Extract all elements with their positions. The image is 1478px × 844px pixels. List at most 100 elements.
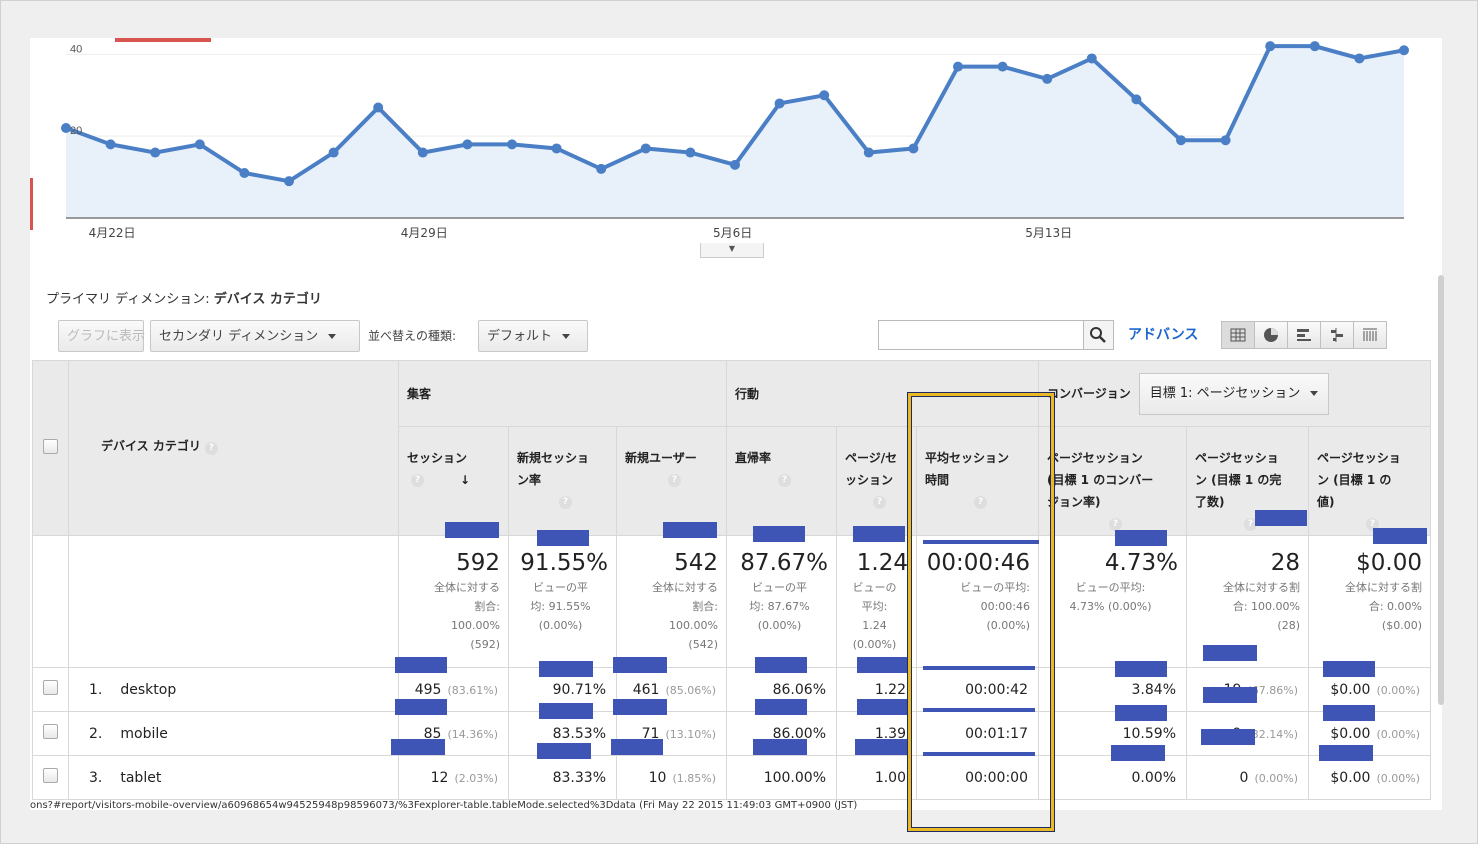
column-header-text: 新規ユーザー [625,451,697,465]
redaction-box [753,739,807,755]
help-icon[interactable]: ? [204,442,218,455]
vertical-scrollbar[interactable] [1438,275,1444,705]
column-header-7[interactable]: ページセッション (目標 1 のコンバー ジョン率)? [1038,426,1187,536]
help-icon[interactable]: ? [778,474,791,487]
column-header-text: ページセッショ [1317,451,1401,465]
data-point[interactable] [596,163,607,174]
help-icon[interactable]: ? [873,496,886,509]
data-point[interactable] [1042,73,1053,84]
data-point[interactable] [462,139,473,150]
redaction-box [1373,528,1427,544]
data-point[interactable] [507,139,517,150]
column-header-3[interactable]: 新規ユーザー? [616,426,727,536]
primary-dimension-value[interactable]: デバイス カテゴリ [214,292,322,307]
device-link[interactable]: tablet [120,770,161,786]
data-point[interactable] [863,147,874,158]
comparison-view-button[interactable] [1320,321,1354,349]
data-point[interactable] [640,143,651,154]
secondary-dimension-dropdown[interactable]: セカンダリ ディメンション [150,320,360,352]
column-header-9[interactable]: ページセッション (目標 1 の値)? [1308,426,1431,536]
metric-cell: 100.00% [726,755,837,800]
device-link[interactable]: mobile [120,726,167,742]
table-view-button[interactable] [1221,321,1255,349]
help-icon[interactable]: ? [559,496,572,509]
metric-value: 495 [414,681,442,698]
data-point[interactable] [105,139,116,150]
data-point[interactable] [284,176,294,187]
row-select-cell [32,711,69,756]
highlight-box [908,393,1054,831]
total-subtext: 合: 100.00% [1232,600,1300,613]
pie-view-button[interactable] [1254,321,1288,349]
chevron-down-icon [1310,390,1319,396]
data-point[interactable] [239,168,250,178]
data-point[interactable] [1265,41,1276,52]
pivot-view-button[interactable] [1353,321,1387,349]
data-point[interactable] [417,147,428,158]
data-point[interactable] [1131,94,1142,105]
data-point[interactable] [1220,135,1231,146]
advanced-filter-link[interactable]: アドバンス [1128,320,1198,350]
metric-percent: (0.00%) [1376,683,1420,697]
data-point[interactable] [373,102,384,113]
metric-value: 3.84% [1131,681,1176,698]
data-point[interactable] [819,90,830,101]
redaction-box [611,739,663,755]
data-point[interactable] [730,159,740,170]
data-point[interactable] [953,61,963,72]
column-header-text: 直帰率 [735,451,772,465]
performance-view-button[interactable] [1287,321,1321,349]
data-point[interactable] [1354,53,1365,64]
data-point[interactable] [194,139,205,150]
redaction-box [395,699,447,715]
metric-value: 90.71% [552,681,606,698]
data-point[interactable] [1399,45,1409,56]
row-checkbox[interactable] [43,724,58,739]
sort-descending-icon[interactable]: ↓ [460,473,470,487]
data-point[interactable] [150,147,161,158]
redaction-box [539,661,593,677]
column-header-1[interactable]: セッション? ↓ [398,426,509,536]
row-checkbox[interactable] [43,768,58,783]
total-subtext: (28) [1277,619,1300,632]
total-value: 4.73% [1104,550,1178,576]
redaction-box [755,657,807,673]
goal-selector[interactable]: 目標 1: ページセッション [1138,372,1330,415]
total-subtext: ビューの平 [752,581,807,594]
column-header-4[interactable]: 直帰率? [726,426,837,536]
totals-label [68,535,399,668]
metric-percent: (13.10%) [665,727,716,741]
redaction-box [613,657,667,673]
data-point[interactable] [551,143,562,154]
redaction-box [1111,745,1165,761]
select-all-checkbox[interactable] [43,439,58,454]
metric-value: 10 [648,769,667,786]
help-icon[interactable]: ? [411,474,424,487]
redaction-box [1323,661,1375,677]
device-link[interactable]: desktop [120,682,176,698]
metric-percent: (14.36%) [447,727,498,741]
data-point[interactable] [685,147,696,158]
data-point[interactable] [1086,53,1097,64]
help-icon[interactable]: ? [668,474,681,487]
dimension-header[interactable]: デバイス カテゴリ? [68,360,399,536]
data-point[interactable] [908,143,919,154]
metric-value: 0 [1239,769,1249,786]
column-header-2[interactable]: 新規セッショ ン率? [508,426,617,536]
column-header-5[interactable]: ページ/セ ッション? [836,426,917,536]
sort-type-dropdown[interactable]: デフォルト [478,320,588,352]
data-point[interactable] [997,61,1008,72]
data-point[interactable] [774,98,785,109]
table-search-input[interactable] [878,320,1084,350]
total-subtext: 合: 0.00% [1368,600,1422,613]
data-point[interactable] [328,147,339,158]
data-point[interactable] [1309,41,1320,52]
search-button[interactable] [1084,320,1114,350]
x-tick-label: 5月6日 [713,226,752,240]
plot-rows-button[interactable]: グラフに表示 [58,320,145,352]
group-conversion: コンバージョン 目標 1: ページセッション [1038,360,1431,427]
total-value: 28 [1270,550,1300,576]
data-point[interactable] [1176,135,1186,146]
row-checkbox[interactable] [43,680,58,695]
chart-collapse-handle[interactable]: ▼ [700,243,764,258]
